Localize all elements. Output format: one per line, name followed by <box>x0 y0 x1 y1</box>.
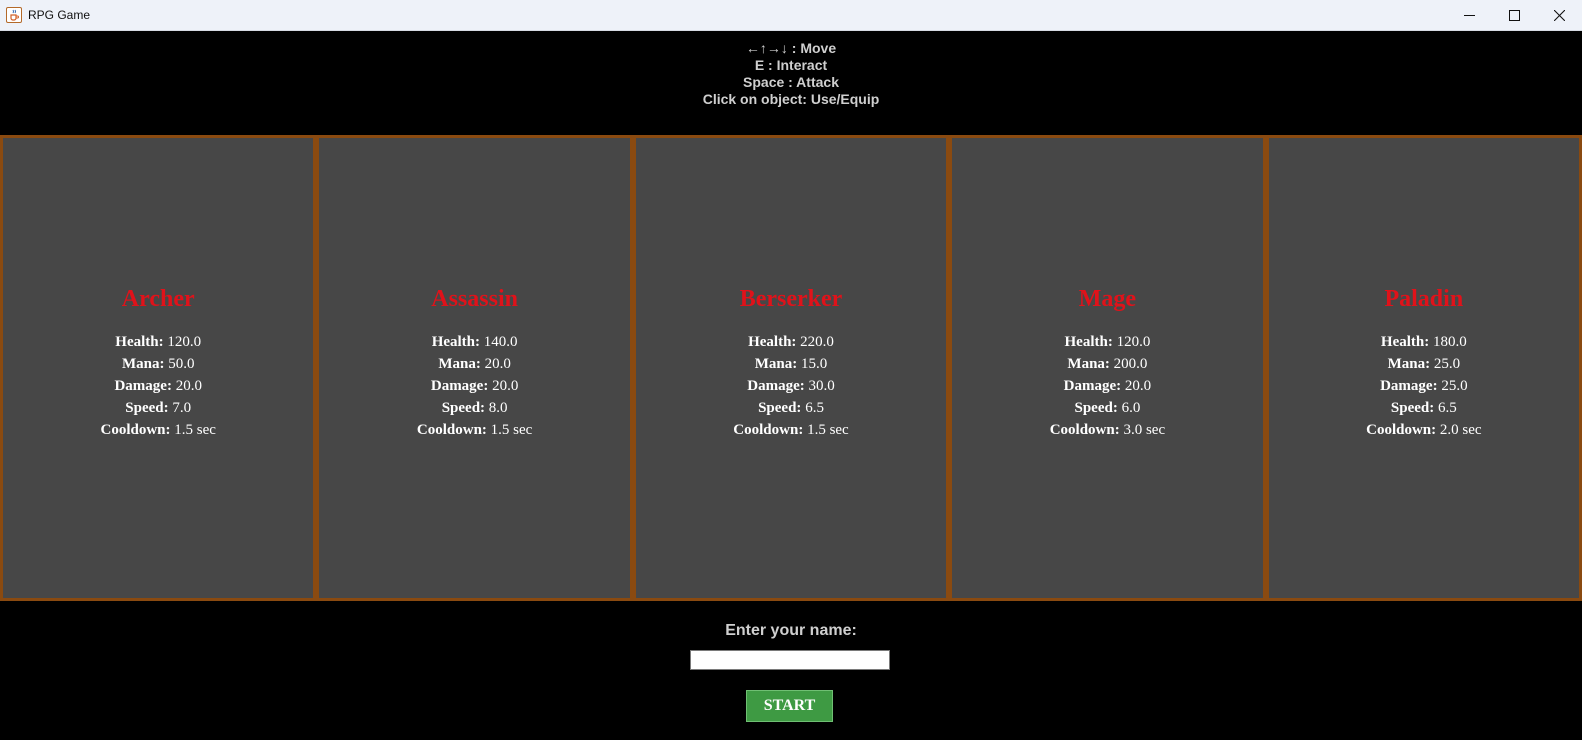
class-name: Paladin <box>1384 285 1464 312</box>
stat-mana: Mana: 15.0 <box>754 355 828 372</box>
stat-cooldown: Cooldown: 1.5 sec <box>100 421 216 438</box>
stat-damage: Damage: 20.0 <box>1063 377 1152 394</box>
maximize-button[interactable] <box>1492 0 1537 30</box>
minimize-button[interactable] <box>1447 0 1492 30</box>
stat-damage: Damage: 30.0 <box>747 377 835 394</box>
start-button[interactable]: START <box>746 690 833 722</box>
stat-damage: Damage: 25.0 <box>1380 377 1468 394</box>
stat-cooldown: Cooldown: 1.5 sec <box>416 421 533 438</box>
stat-speed: Speed: 6.0 <box>1074 399 1141 416</box>
instruction-attack: Space : Attack <box>743 74 839 90</box>
class-card-mage[interactable]: Mage Health: 120.0 Mana: 200.0 Damage: 2… <box>952 138 1263 598</box>
stat-health: Health: 180.0 <box>1380 333 1467 350</box>
stat-speed: Speed: 8.0 <box>441 399 508 416</box>
stat-mana: Mana: 200.0 <box>1067 355 1148 372</box>
stat-speed: Speed: 6.5 <box>1390 399 1457 416</box>
stat-cooldown: Cooldown: 1.5 sec <box>733 421 849 438</box>
stat-health: Health: 220.0 <box>748 333 834 350</box>
class-card-paladin[interactable]: Paladin Health: 180.0 Mana: 25.0 Damage:… <box>1268 138 1580 598</box>
close-button[interactable] <box>1537 0 1582 30</box>
class-name: Mage <box>1078 285 1137 312</box>
minimize-icon <box>1464 10 1475 21</box>
stat-mana: Mana: 50.0 <box>121 355 195 372</box>
class-card-archer[interactable]: Archer Health: 120.0 Mana: 50.0 Damage: … <box>3 138 314 598</box>
stat-speed: Speed: 6.5 <box>758 399 824 416</box>
stat-mana: Mana: 25.0 <box>1387 355 1461 372</box>
stat-health: Health: 120.0 <box>1064 333 1151 350</box>
instruction-move: ←↑→↓ : Move <box>745 40 837 56</box>
class-name: Berserker <box>739 285 843 312</box>
class-card-assassin[interactable]: Assassin Health: 140.0 Mana: 20.0 Damage… <box>319 138 630 598</box>
class-name: Archer <box>121 285 195 312</box>
window-title: RPG Game <box>28 8 91 22</box>
maximize-icon <box>1509 9 1520 21</box>
window-titlebar[interactable]: RPG Game <box>0 0 1582 31</box>
stat-mana: Mana: 20.0 <box>438 355 511 372</box>
stat-damage: Damage: 20.0 <box>114 377 202 394</box>
class-name: Assassin <box>431 285 518 312</box>
close-icon <box>1554 9 1565 21</box>
stat-damage: Damage: 20.0 <box>430 377 519 394</box>
stat-health: Health: 140.0 <box>431 333 518 350</box>
class-selection-panel: Archer Health: 120.0 Mana: 50.0 Damage: … <box>0 135 1582 601</box>
instruction-use-equip: Click on object: Use/Equip <box>702 91 880 107</box>
name-input[interactable] <box>690 650 890 670</box>
stat-speed: Speed: 7.0 <box>125 399 192 416</box>
java-cup-icon <box>6 7 22 23</box>
controls-help: ←↑→↓ : Move E : Interact Space : Attack … <box>0 40 1582 108</box>
stat-health: Health: 120.0 <box>115 333 202 350</box>
class-card-berserker[interactable]: Berserker Health: 220.0 Mana: 15.0 Damag… <box>635 138 947 598</box>
name-label: Enter your name: <box>725 622 857 639</box>
stat-cooldown: Cooldown: 2.0 sec <box>1366 421 1482 438</box>
instruction-interact: E : Interact <box>754 57 828 73</box>
stat-cooldown: Cooldown: 3.0 sec <box>1049 421 1166 438</box>
